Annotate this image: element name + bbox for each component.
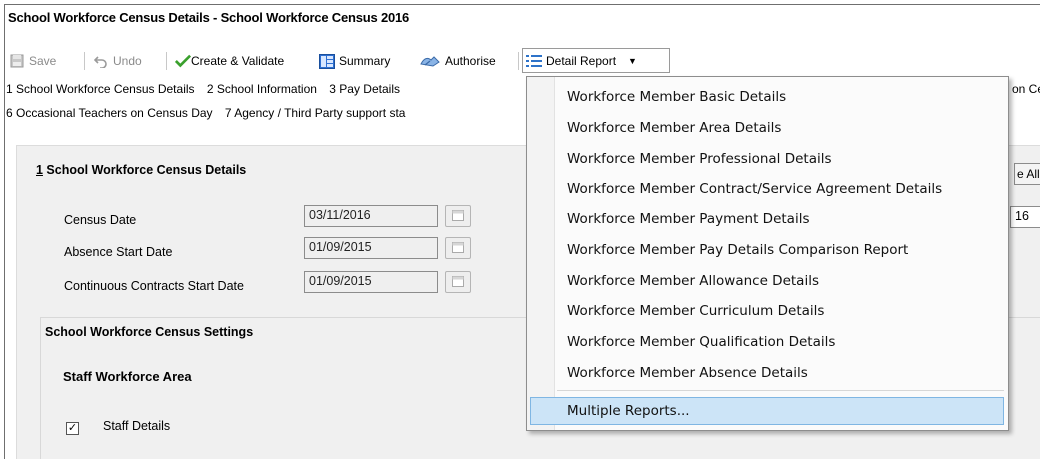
menu-item-qualification-details[interactable]: Workforce Member Qualification Details (567, 330, 835, 354)
create-validate-button[interactable]: Create & Validate (172, 48, 287, 74)
nav-link-agency-support[interactable]: 7 Agency / Third Party support sta (225, 106, 406, 120)
undo-button[interactable]: Undo (90, 48, 145, 74)
toolbar-separator (518, 52, 519, 70)
save-label: Save (29, 54, 57, 68)
window-title: School Workforce Census Details - School… (8, 10, 410, 25)
toolbar-separator (84, 52, 85, 70)
menu-separator (557, 390, 1004, 391)
menu-gutter (527, 77, 555, 430)
menu-item-allowance-details[interactable]: Workforce Member Allowance Details (567, 269, 819, 293)
census-date-label: Census Date (64, 213, 137, 227)
summary-button[interactable]: Summary (316, 48, 393, 74)
absence-start-date-field[interactable]: 01/09/2015 (304, 237, 438, 259)
nav-link-overflow[interactable]: on Ce (1012, 82, 1040, 96)
authorise-button[interactable]: Authorise (416, 48, 499, 74)
continuous-contracts-start-date-label: Continuous Contracts Start Date (64, 279, 244, 293)
right-field[interactable]: 16 (1010, 206, 1040, 228)
save-icon (9, 53, 25, 69)
save-button[interactable]: Save (6, 48, 59, 74)
calendar-button[interactable] (445, 271, 471, 293)
detail-report-label: Detail Report (546, 53, 617, 68)
summary-label: Summary (339, 54, 391, 68)
calendar-button[interactable] (445, 237, 471, 259)
summary-icon (319, 53, 335, 69)
absence-start-date-label: Absence Start Date (64, 245, 173, 259)
census-date-field[interactable]: 03/11/2016 (304, 205, 438, 227)
menu-item-contract-details[interactable]: Workforce Member Contract/Service Agreem… (567, 177, 942, 201)
checkmark-icon (175, 53, 191, 69)
menu-item-pay-comparison[interactable]: Workforce Member Pay Details Comparison … (567, 238, 908, 262)
detail-report-button[interactable]: Detail Report ▼ (522, 48, 670, 73)
menu-item-professional-details[interactable]: Workforce Member Professional Details (567, 147, 832, 171)
calendar-icon (452, 209, 464, 224)
menu-item-basic-details[interactable]: Workforce Member Basic Details (567, 85, 786, 109)
staff-details-label: Staff Details (103, 419, 171, 433)
dropdown-arrow-icon: ▼ (628, 55, 637, 66)
section-title: 1 School Workforce Census Details (36, 163, 247, 177)
undo-icon (93, 53, 109, 69)
toolbar: Save Undo Create & Validate Summary Auth… (6, 48, 1040, 74)
calendar-button[interactable] (445, 205, 471, 227)
select-all-button[interactable]: e All (1014, 163, 1040, 185)
nav-link-pay-details[interactable]: 3 Pay Details (329, 82, 400, 96)
toolbar-separator (166, 52, 167, 70)
menu-item-payment-details[interactable]: Workforce Member Payment Details (567, 207, 810, 231)
staff-details-checkbox[interactable]: ✓ (66, 422, 79, 435)
section-nav-row-2: 6 Occasional Teachers on Census Day 7 Ag… (6, 106, 414, 120)
menu-item-absence-details[interactable]: Workforce Member Absence Details (567, 361, 808, 385)
menu-item-curriculum-details[interactable]: Workforce Member Curriculum Details (567, 299, 824, 323)
staff-workforce-area-title: Staff Workforce Area (63, 369, 192, 384)
menu-item-area-details[interactable]: Workforce Member Area Details (567, 116, 781, 140)
authorise-icon (419, 53, 441, 69)
nav-link-census-details[interactable]: 1 School Workforce Census Details (6, 82, 195, 96)
calendar-icon (452, 275, 464, 290)
undo-label: Undo (113, 54, 142, 68)
continuous-contracts-start-date-field[interactable]: 01/09/2015 (304, 271, 438, 293)
settings-title: School Workforce Census Settings (45, 325, 254, 339)
calendar-icon (452, 241, 464, 256)
menu-item-multiple-reports[interactable]: Multiple Reports... (567, 399, 690, 423)
section-nav-row-1: 1 School Workforce Census Details 2 Scho… (6, 82, 409, 96)
nav-link-occasional-teachers[interactable]: 6 Occasional Teachers on Census Day (6, 106, 213, 120)
authorise-label: Authorise (445, 54, 496, 68)
nav-link-school-information[interactable]: 2 School Information (207, 82, 317, 96)
create-validate-label: Create & Validate (191, 54, 285, 68)
detail-report-menu: Workforce Member Basic Details Workforce… (526, 76, 1009, 431)
list-icon (526, 53, 542, 69)
